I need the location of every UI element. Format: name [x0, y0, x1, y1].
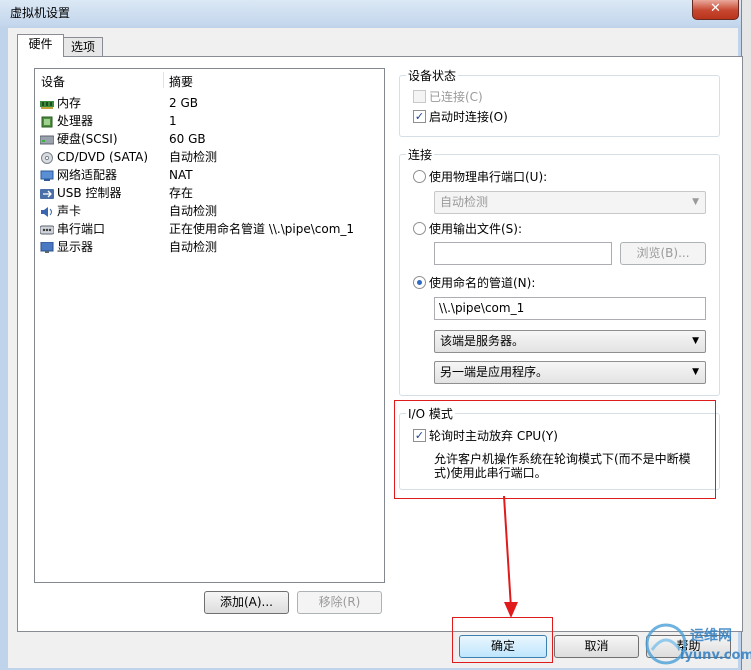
pipe-name-field[interactable]: \\.\pipe\com_1 [434, 297, 706, 320]
tab-hardware[interactable]: 硬件 [17, 34, 64, 57]
use-output-file-label[interactable]: 使用输出文件(S): [429, 220, 522, 237]
cd-dvd-icon [40, 151, 54, 164]
physical-port-combo[interactable]: 自动检测 ▼ [434, 191, 706, 214]
device-summary: 2 GB [169, 96, 198, 110]
device-name: 串行端口 [57, 222, 106, 236]
annotation-arrow-icon [503, 495, 518, 618]
device-summary: 自动检测 [169, 240, 218, 254]
watermark-brand: 运维网 [690, 628, 732, 644]
column-header-device[interactable]: 设备 [41, 73, 65, 90]
device-summary: 自动检测 [169, 204, 218, 218]
device-summary: 1 [169, 114, 177, 128]
output-file-field[interactable] [434, 242, 612, 265]
device-name: 声卡 [57, 204, 82, 218]
use-named-pipe-radio[interactable] [413, 276, 426, 289]
device-name: 硬盘(SCSI) [57, 132, 118, 146]
connection-title: 连接 [406, 146, 435, 163]
title-bar [0, 0, 741, 26]
chevron-down-icon: ▼ [692, 367, 699, 377]
use-output-file-radio[interactable] [413, 222, 426, 235]
browse-button[interactable]: 浏览(B)... [620, 242, 706, 265]
highlight-box-io-mode [394, 400, 716, 499]
connected-label[interactable]: 已连接(C) [429, 88, 483, 105]
other-end-combo-value: 另一端是应用程序。 [440, 365, 549, 379]
serial-port-icon [39, 223, 55, 235]
chevron-down-icon: ▼ [692, 336, 699, 346]
processor-icon [40, 115, 54, 128]
device-name: 网络适配器 [57, 168, 118, 182]
remove-button[interactable]: 移除(R) [297, 591, 382, 614]
device-status-group [399, 75, 720, 137]
device-summary: 60 GB [169, 132, 206, 146]
desktop-strip [742, 0, 751, 670]
tab-options[interactable]: 选项 [63, 37, 103, 57]
device-row-serial-port[interactable]: 串行端口 正在使用命名管道 \\.\pipe\com_1 [35, 220, 382, 238]
network-adapter-icon [40, 169, 54, 181]
window-title: 虚拟机设置 [10, 6, 71, 20]
device-row-sound-card[interactable]: 声卡 自动检测 [35, 202, 382, 220]
device-summary: NAT [169, 168, 193, 182]
use-physical-port-radio[interactable] [413, 170, 426, 183]
close-button[interactable]: ✕ [692, 0, 739, 20]
this-end-combo[interactable]: 该端是服务器。 ▼ [434, 330, 706, 353]
column-header-summary[interactable]: 摘要 [169, 73, 193, 90]
device-row-network-adapter[interactable]: 网络适配器 NAT [35, 166, 382, 184]
device-status-title: 设备状态 [406, 67, 459, 84]
device-row-display[interactable]: 显示器 自动检测 [35, 238, 382, 256]
add-button[interactable]: 添加(A)... [204, 591, 289, 614]
use-named-pipe-label[interactable]: 使用命名的管道(N): [429, 274, 535, 291]
display-icon [40, 241, 54, 253]
device-row-cd-dvd[interactable]: CD/DVD (SATA) 自动检测 [35, 148, 382, 166]
device-row-usb[interactable]: USB 控制器 存在 [35, 184, 382, 202]
device-name: 显示器 [57, 240, 94, 254]
device-row-processor[interactable]: 处理器 1 [35, 112, 382, 130]
highlight-box-ok-button [452, 617, 553, 663]
device-name: USB 控制器 [57, 186, 122, 200]
watermark-url: iyunv.com [680, 648, 751, 663]
device-summary: 正在使用命名管道 \\.\pipe\com_1 [169, 222, 355, 236]
device-summary: 自动检测 [169, 150, 218, 164]
hard-disk-icon [39, 133, 55, 145]
device-name: CD/DVD (SATA) [57, 150, 149, 164]
device-row-memory[interactable]: 内存 2 GB [35, 94, 382, 112]
chevron-down-icon: ▼ [692, 197, 699, 207]
connect-at-power-on-label[interactable]: 启动时连接(O) [429, 108, 508, 125]
connected-checkbox[interactable] [413, 90, 426, 103]
use-physical-port-label[interactable]: 使用物理串行端口(U): [429, 168, 547, 185]
connect-at-power-on-checkbox[interactable]: ✓ [413, 110, 426, 123]
device-name: 处理器 [57, 114, 94, 128]
this-end-combo-value: 该端是服务器。 [440, 334, 525, 348]
sound-card-icon [40, 205, 54, 217]
header-divider [163, 72, 164, 88]
memory-icon [40, 97, 54, 109]
device-list[interactable]: 设备 摘要 内存 2 GB 处理器 1 硬盘(SCSI) 60 GB CD/DV… [34, 68, 385, 583]
pipe-name-value: \\.\pipe\com_1 [439, 301, 525, 315]
usb-icon [40, 187, 54, 199]
cancel-button[interactable]: 取消 [554, 635, 639, 658]
other-end-combo[interactable]: 另一端是应用程序。 ▼ [434, 361, 706, 384]
device-name: 内存 [57, 96, 82, 110]
device-summary: 存在 [169, 186, 194, 200]
physical-port-combo-value: 自动检测 [440, 195, 489, 209]
device-row-hard-disk[interactable]: 硬盘(SCSI) 60 GB [35, 130, 382, 148]
